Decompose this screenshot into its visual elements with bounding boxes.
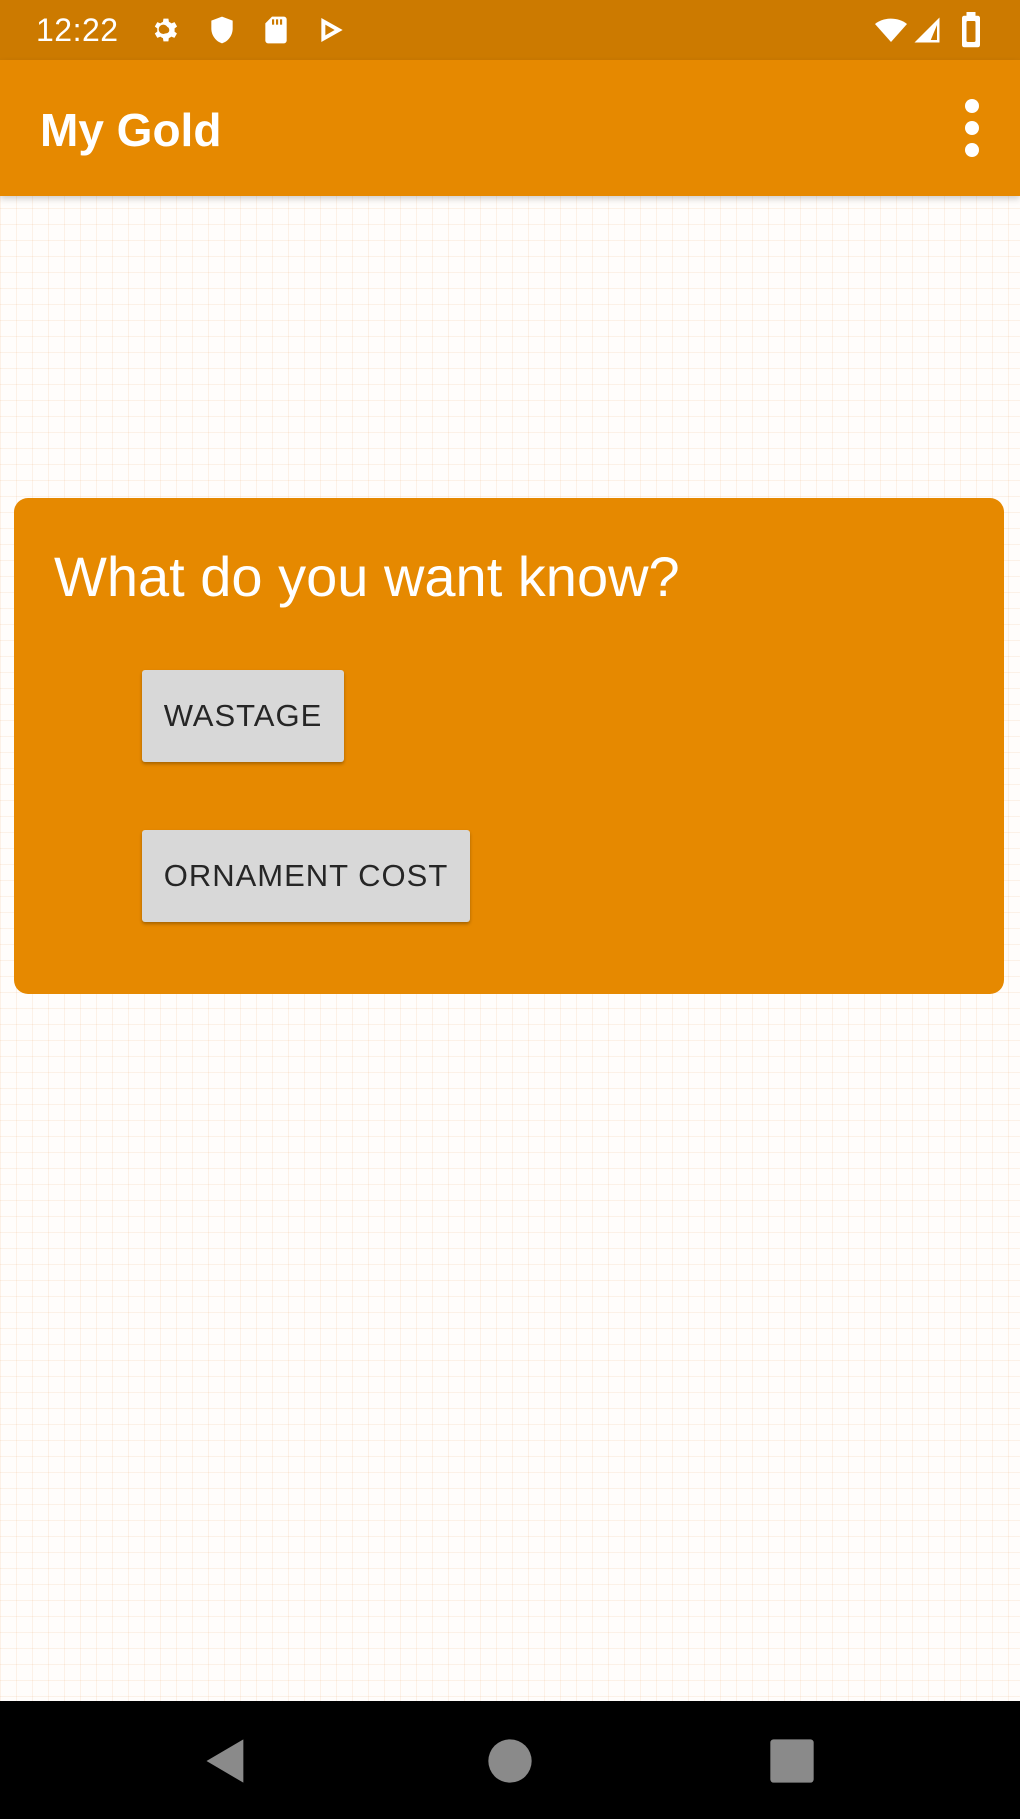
play-store-icon — [321, 18, 343, 42]
status-bar: 12:22 — [0, 0, 1020, 60]
ornament-cost-button[interactable]: ORNAMENT COST — [142, 830, 470, 922]
signal-icon — [914, 17, 940, 43]
card-heading: What do you want know? — [54, 545, 680, 608]
app-bar: My Gold — [0, 60, 1020, 196]
recents-icon[interactable] — [766, 1735, 818, 1787]
shield-icon — [211, 16, 233, 44]
wastage-button[interactable]: WASTAGE — [142, 670, 344, 762]
battery-icon — [962, 12, 980, 48]
back-icon[interactable] — [200, 1735, 252, 1787]
status-time: 12:22 — [36, 12, 119, 48]
app-title: My Gold — [40, 104, 222, 156]
wifi-icon — [875, 18, 907, 42]
home-icon[interactable] — [484, 1735, 536, 1787]
sd-card-icon — [265, 16, 287, 44]
question-card: What do you want know? WASTAGE ORNAMENT … — [14, 498, 1004, 994]
navigation-bar — [0, 1701, 1020, 1819]
screen: 12:22 My Gold What do you want know? WAS… — [0, 0, 1020, 1819]
settings-icon — [154, 18, 178, 42]
more-vert-icon[interactable] — [952, 96, 992, 160]
